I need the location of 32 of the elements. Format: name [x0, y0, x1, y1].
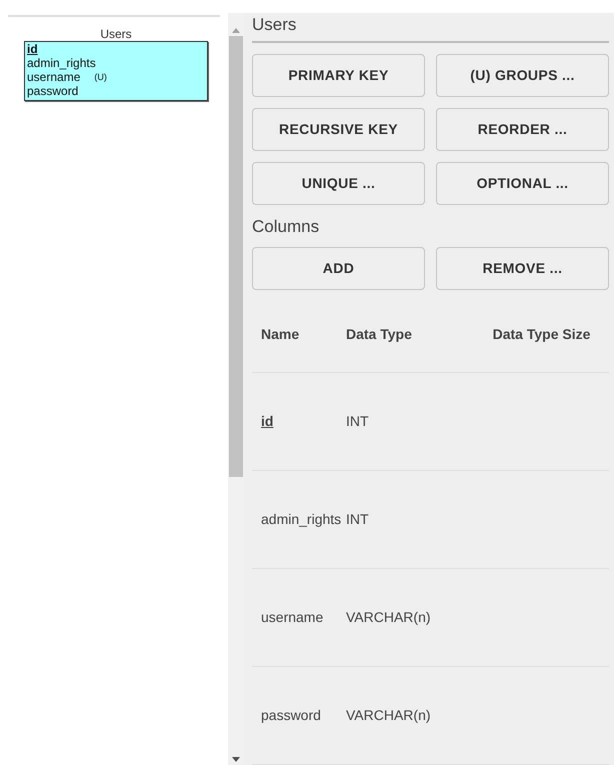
- table-cell: VARCHAR(n): [346, 609, 431, 625]
- scrollbar[interactable]: [228, 13, 244, 765]
- action-button[interactable]: PRIMARY KEY: [252, 54, 425, 97]
- action-button[interactable]: OPTIONAL ...: [436, 162, 609, 205]
- entity-box[interactable]: id admin_rights username (U) password: [24, 41, 208, 101]
- scrollbar-thumb[interactable]: [229, 36, 243, 477]
- scroll-up-icon[interactable]: [232, 27, 240, 33]
- entity-column: password: [27, 84, 78, 98]
- table-cell: admin_rights: [261, 511, 342, 527]
- table-cell: VARCHAR(n): [346, 707, 431, 723]
- table-cell: id: [261, 413, 274, 429]
- action-button[interactable]: REMOVE ...: [436, 247, 609, 290]
- action-button[interactable]: RECURSIVE KEY: [252, 108, 425, 151]
- unique-marker: (U): [94, 71, 107, 84]
- action-button[interactable]: UNIQUE ...: [252, 162, 425, 205]
- section-title: Columns: [252, 216, 320, 238]
- entity-title: Users: [99, 27, 133, 41]
- action-button[interactable]: ADD: [252, 247, 425, 290]
- table-cell: INT: [346, 413, 369, 429]
- table-cell: INT: [346, 511, 369, 527]
- panel-title: Users: [252, 14, 298, 36]
- entity-column: admin_rights: [27, 56, 96, 70]
- scroll-down-icon[interactable]: [232, 757, 240, 763]
- column-header: Data Type: [346, 324, 412, 344]
- table-cell: password: [261, 707, 321, 723]
- entity-column: username: [27, 70, 80, 84]
- action-button[interactable]: REORDER ...: [436, 108, 609, 151]
- column-header: Data Type Size: [492, 324, 590, 344]
- entity-column: id: [27, 42, 38, 56]
- action-button[interactable]: (U) GROUPS ...: [436, 54, 609, 97]
- table-cell: username: [261, 609, 324, 625]
- column-header: Name: [261, 324, 300, 344]
